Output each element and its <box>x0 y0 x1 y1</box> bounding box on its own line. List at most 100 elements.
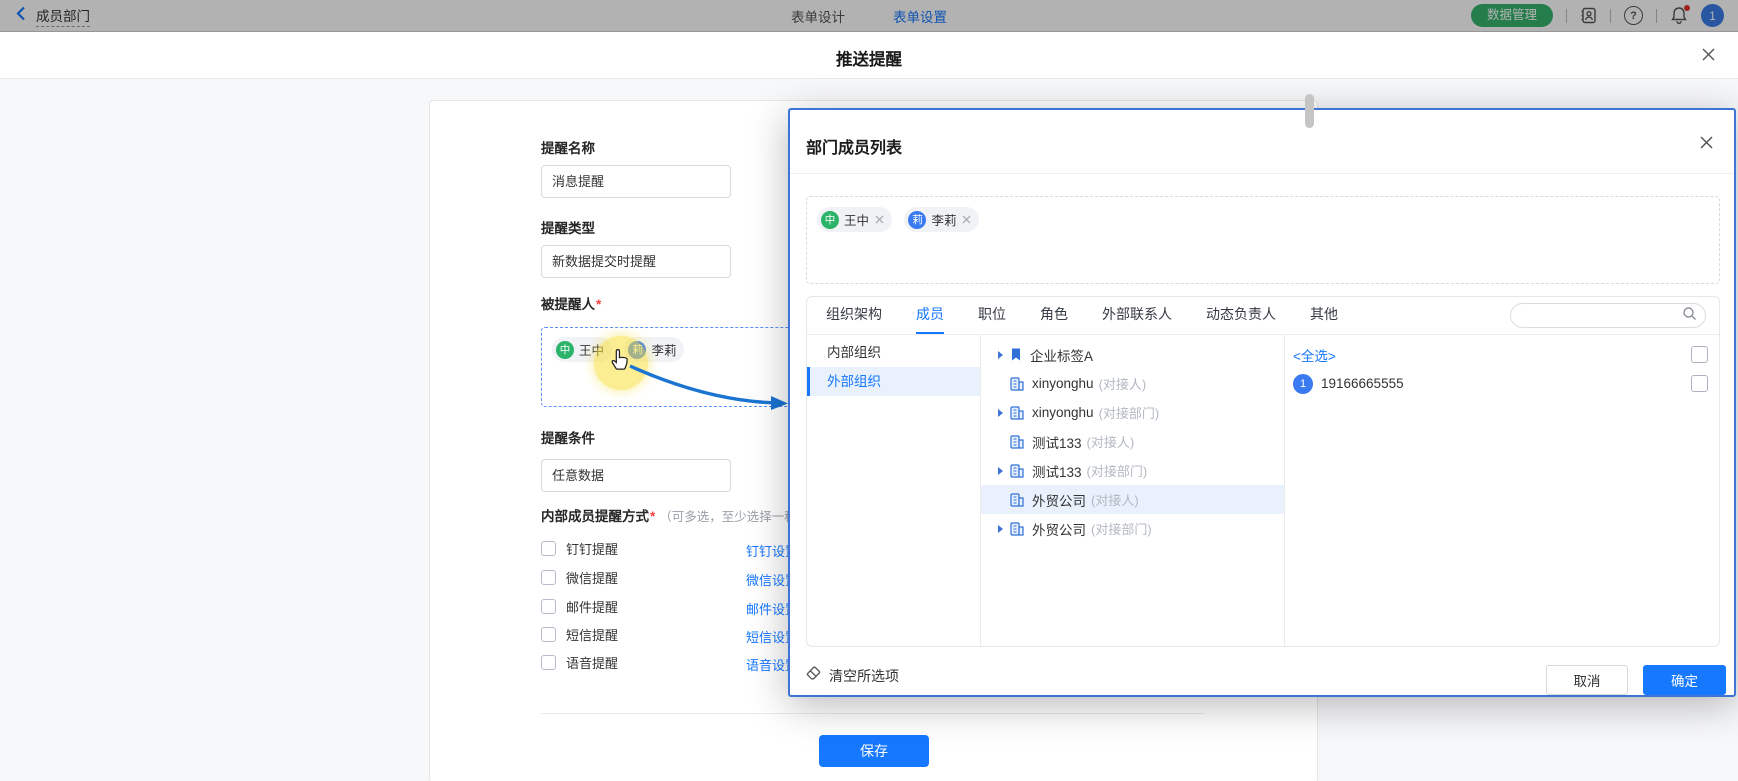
tab-form-settings[interactable]: 表单设置 <box>893 6 947 26</box>
tree-item[interactable]: 外贸公司 (对接部门) <box>981 514 1284 543</box>
org-tree: 企业标签A xinyonghu (对接人) <box>981 334 1285 646</box>
nav-tabs: 表单设计 表单设置 <box>791 0 947 31</box>
modal-footer: 清空所选项 取消 确定 <box>806 643 1726 695</box>
save-button[interactable]: 保存 <box>819 735 929 767</box>
department-member-modal: 部门成员列表 中 王中 莉 李莉 组织架构 <box>788 108 1736 697</box>
selected-chip[interactable]: 中 王中 <box>817 207 892 232</box>
checkbox[interactable] <box>541 541 556 556</box>
reminder-name-input[interactable]: 消息提醒 <box>541 165 731 198</box>
tab-form-design[interactable]: 表单设计 <box>791 6 845 26</box>
tree-item[interactable]: xinyonghu (对接部门) <box>981 398 1284 427</box>
help-icon[interactable]: ? <box>1624 6 1643 25</box>
member-list: <全选> 1 19166665555 <box>1285 334 1719 646</box>
select-all-row: <全选> <box>1285 340 1719 369</box>
method-row-email: 邮件提醒 <box>541 598 618 614</box>
eraser-icon <box>806 666 822 686</box>
modal-title: 部门成员列表 <box>806 134 902 158</box>
bookmark-icon <box>1010 347 1022 362</box>
hand-cursor-icon <box>610 348 631 376</box>
tab-positions[interactable]: 职位 <box>978 297 1006 334</box>
avatar: 1 <box>1293 374 1313 394</box>
divider <box>1610 9 1611 23</box>
member-row[interactable]: 1 19166665555 <box>1285 369 1719 398</box>
recipient-label: 被提醒人* <box>541 293 601 313</box>
app-window: 成员部门 表单设计 表单设置 数据管理 ? 1 推送提醒 <box>0 0 1738 781</box>
remove-chip-icon[interactable] <box>875 215 884 224</box>
avatar: 中 <box>821 211 839 229</box>
divider <box>1566 9 1567 23</box>
building-icon <box>1010 521 1024 536</box>
search-icon <box>1682 306 1697 326</box>
selected-members-box[interactable]: 中 王中 莉 李莉 <box>806 196 1720 284</box>
reminder-type-input[interactable]: 新数据提交时提醒 <box>541 245 731 278</box>
checkbox[interactable] <box>1691 375 1708 392</box>
divider <box>790 173 1734 174</box>
user-avatar[interactable]: 1 <box>1701 4 1724 27</box>
page-close-icon[interactable] <box>1701 47 1716 67</box>
tree-item[interactable]: xinyonghu (对接人) <box>981 369 1284 398</box>
confirm-button[interactable]: 确定 <box>1643 665 1726 695</box>
building-icon <box>1010 405 1024 420</box>
tab-org-structure[interactable]: 组织架构 <box>826 297 882 334</box>
page-header: 推送提醒 <box>0 32 1738 79</box>
nav-actions: 数据管理 ? 1 <box>1471 0 1724 31</box>
condition-input[interactable]: 任意数据 <box>541 459 731 492</box>
reminder-name-label: 提醒名称 <box>541 137 595 157</box>
tree-item[interactable]: 测试133 (对接部门) <box>981 456 1284 485</box>
building-icon <box>1010 492 1024 507</box>
caret-right-icon[interactable] <box>998 467 1003 475</box>
tab-external-contacts[interactable]: 外部联系人 <box>1102 297 1172 334</box>
tab-dynamic-owner[interactable]: 动态负责人 <box>1206 297 1276 334</box>
data-manage-button[interactable]: 数据管理 <box>1471 4 1553 27</box>
building-icon <box>1010 463 1024 478</box>
group-internal-org[interactable]: 内部组织 <box>807 338 980 367</box>
building-icon <box>1010 376 1024 391</box>
tab-roles[interactable]: 角色 <box>1040 297 1068 334</box>
org-group-list: 内部组织 外部组织 <box>807 334 981 646</box>
divider <box>1656 9 1657 23</box>
form-name-label[interactable]: 成员部门 <box>36 5 90 27</box>
method-row-wechat: 微信提醒 <box>541 569 618 585</box>
notification-bell-icon[interactable] <box>1670 6 1688 25</box>
tree-item[interactable]: 测试133 (对接人) <box>981 427 1284 456</box>
checkbox[interactable] <box>541 627 556 642</box>
tab-members[interactable]: 成员 <box>916 297 944 334</box>
selected-chip[interactable]: 莉 李莉 <box>904 207 979 232</box>
checkbox[interactable] <box>541 570 556 585</box>
footer-buttons: 取消 确定 <box>1546 665 1726 695</box>
back-chevron-icon[interactable] <box>16 6 26 26</box>
checkbox[interactable] <box>541 655 556 670</box>
search-input[interactable] <box>1510 303 1706 328</box>
selected-chip-name: 李莉 <box>931 210 956 229</box>
picker-body: 组织架构 成员 职位 角色 外部联系人 动态负责人 其他 内部组织 外部组织 <box>806 296 1720 647</box>
remove-chip-icon[interactable] <box>962 215 971 224</box>
building-icon <box>1010 434 1024 449</box>
method-row-sms: 短信提醒 <box>541 626 618 642</box>
caret-right-icon[interactable] <box>998 409 1003 417</box>
tab-other[interactable]: 其他 <box>1310 297 1338 334</box>
tree-item[interactable]: 企业标签A <box>981 340 1284 369</box>
top-nav: 成员部门 表单设计 表单设置 数据管理 ? 1 <box>0 0 1738 32</box>
page-title: 推送提醒 <box>0 46 1738 70</box>
address-book-icon[interactable] <box>1580 7 1597 24</box>
caret-right-icon[interactable] <box>998 351 1003 359</box>
cancel-button[interactable]: 取消 <box>1546 665 1628 695</box>
checkbox[interactable] <box>1691 346 1708 363</box>
nav-back[interactable]: 成员部门 <box>16 0 90 31</box>
reminder-type-label: 提醒类型 <box>541 217 595 237</box>
scrollbar-thumb[interactable] <box>1305 94 1314 128</box>
methods-label: 内部成员提醒方式 <box>541 509 649 524</box>
caret-right-icon[interactable] <box>998 525 1003 533</box>
method-row-voice: 语音提醒 <box>541 654 618 670</box>
tree-item-selected[interactable]: 外贸公司 (对接人) <box>981 485 1284 514</box>
member-name: 19166665555 <box>1321 376 1404 391</box>
required-mark: * <box>596 297 601 312</box>
condition-label: 提醒条件 <box>541 427 595 447</box>
select-all-link[interactable]: <全选> <box>1293 345 1336 365</box>
checkbox[interactable] <box>541 599 556 614</box>
method-row-dingtalk: 钉钉提醒 <box>541 540 618 556</box>
group-external-org[interactable]: 外部组织 <box>807 367 980 396</box>
modal-close-icon[interactable] <box>1699 135 1714 155</box>
avatar: 中 <box>556 341 574 359</box>
clear-selection-button[interactable]: 清空所选项 <box>806 666 899 686</box>
